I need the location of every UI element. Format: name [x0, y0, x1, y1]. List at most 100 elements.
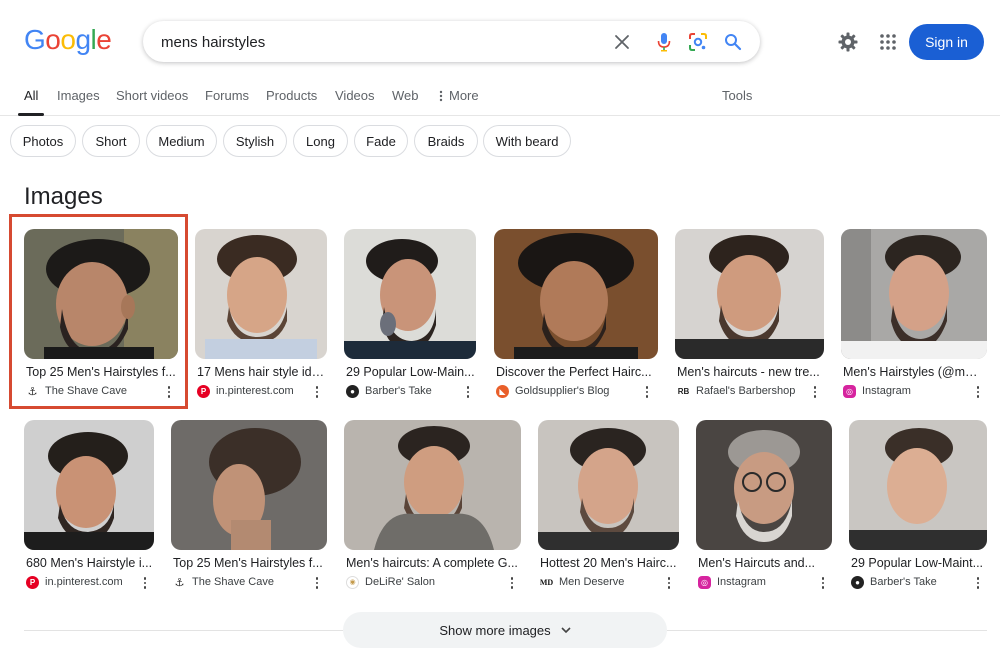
pinterest-icon: P — [26, 575, 39, 589]
tab-all[interactable]: All — [24, 88, 38, 103]
instagram-icon: ◎ — [698, 575, 711, 589]
images-section-title: Images — [24, 183, 103, 210]
chip-short[interactable]: Short — [82, 125, 140, 157]
image-source[interactable]: ◉ DeLiRe' Salon — [346, 575, 435, 589]
image-source-name: Barber's Take — [365, 385, 432, 397]
tab-more[interactable]: More — [439, 88, 479, 103]
chip-braids[interactable]: Braids — [414, 125, 478, 157]
image-thumbnail[interactable] — [24, 420, 154, 550]
image-thumbnail[interactable] — [344, 420, 521, 550]
tab-short-videos[interactable]: Short videos — [116, 88, 188, 103]
divider-left — [24, 630, 343, 631]
image-title[interactable]: 680 Men's Hairstyle i... — [26, 556, 154, 570]
image-thumbnail[interactable] — [344, 229, 476, 359]
tab-images[interactable]: Images — [57, 88, 100, 103]
more-options-icon[interactable] — [312, 576, 322, 590]
image-result-card[interactable]: 17 Mens hair style ide... P in.pinterest… — [195, 229, 327, 401]
more-options-icon[interactable] — [664, 576, 674, 590]
gear-icon[interactable] — [836, 30, 860, 54]
more-options-icon[interactable] — [642, 385, 652, 399]
grid-icon[interactable] — [876, 30, 900, 54]
clear-icon[interactable] — [610, 30, 634, 54]
image-thumbnail[interactable] — [849, 420, 987, 550]
tools-button[interactable]: Tools — [722, 88, 752, 103]
image-source-name: in.pinterest.com — [216, 385, 294, 397]
image-title[interactable]: 29 Popular Low-Main... — [346, 365, 476, 379]
image-result-card[interactable]: Hottest 20 Men's Hairc... MD Men Deserve — [538, 420, 679, 592]
image-result-card[interactable]: Men's Hairstyles (@me... ◎ Instagram — [841, 229, 987, 401]
image-source[interactable]: MD Men Deserve — [540, 575, 624, 589]
image-result-card[interactable]: 680 Men's Hairstyle i... P in.pinterest.… — [24, 420, 154, 592]
image-title[interactable]: 29 Popular Low-Maint... — [851, 556, 985, 570]
image-title[interactable]: 17 Mens hair style ide... — [197, 365, 327, 379]
image-thumbnail[interactable] — [494, 229, 658, 359]
image-title[interactable]: Men's haircuts: A complete G... — [346, 556, 520, 570]
chip-stylish[interactable]: Stylish — [223, 125, 287, 157]
sign-in-button[interactable]: Sign in — [909, 24, 984, 60]
chip-fade[interactable]: Fade — [354, 125, 408, 157]
image-result-card[interactable]: Men's Haircuts and... ◎ Instagram — [696, 420, 832, 592]
show-more-images-button[interactable]: Show more images — [343, 612, 667, 648]
more-options-icon[interactable] — [140, 576, 150, 590]
search-input[interactable] — [161, 31, 591, 53]
google-logo[interactable]: Google — [24, 24, 112, 56]
image-source[interactable]: ◎ Instagram — [843, 384, 911, 398]
image-title[interactable]: Hottest 20 Men's Hairc... — [540, 556, 678, 570]
image-thumbnail[interactable] — [195, 229, 327, 359]
image-thumbnail[interactable] — [538, 420, 679, 550]
image-source[interactable]: P in.pinterest.com — [197, 384, 294, 398]
image-source-name: Goldsupplier's Blog — [515, 385, 610, 397]
image-thumbnail[interactable] — [696, 420, 832, 550]
image-title[interactable]: Top 25 Men's Hairstyles f... — [173, 556, 323, 570]
image-source-name: DeLiRe' Salon — [365, 576, 435, 588]
image-title[interactable]: Discover the Perfect Hairc... — [496, 365, 656, 379]
image-source[interactable]: ● Barber's Take — [851, 575, 937, 589]
image-source[interactable]: P in.pinterest.com — [26, 575, 123, 589]
image-result-card[interactable]: 29 Popular Low-Maint... ● Barber's Take — [849, 420, 987, 592]
goldsupplier-icon: ◣ — [496, 384, 509, 398]
pinterest-icon: P — [197, 384, 210, 398]
tab-forums[interactable]: Forums — [205, 88, 249, 103]
chip-long[interactable]: Long — [293, 125, 348, 157]
chevron-down-icon — [561, 627, 571, 633]
image-source[interactable]: RB Rafael's Barbershop — [677, 384, 795, 398]
image-source[interactable]: ◎ Instagram — [698, 575, 766, 589]
chip-medium[interactable]: Medium — [146, 125, 217, 157]
search-tabs: All Images Short videos Forums Products … — [0, 80, 1000, 116]
microphone-icon[interactable] — [652, 30, 676, 54]
more-options-icon[interactable] — [507, 576, 517, 590]
lens-icon[interactable] — [686, 30, 710, 54]
image-title[interactable]: Men's Hairstyles (@me... — [843, 365, 981, 379]
tab-web[interactable]: Web — [392, 88, 419, 103]
more-options-icon[interactable] — [312, 385, 322, 399]
image-source-name: Instagram — [862, 385, 911, 397]
chip-photos[interactable]: Photos — [10, 125, 76, 157]
image-source-name: Men Deserve — [559, 576, 625, 588]
logo-letter: o — [60, 24, 76, 55]
image-result-card[interactable]: Top 25 Men's Hairstyles f... ⚓ The Shave… — [171, 420, 327, 592]
image-source[interactable]: ◣ Goldsupplier's Blog — [496, 384, 609, 398]
barberstake-icon: ● — [346, 384, 359, 398]
image-thumbnail[interactable] — [171, 420, 327, 550]
chip-with-beard[interactable]: With beard — [483, 125, 571, 157]
image-result-card[interactable]: Men's haircuts - new tre... RB Rafael's … — [675, 229, 824, 401]
tab-videos[interactable]: Videos — [335, 88, 375, 103]
image-thumbnail[interactable] — [841, 229, 987, 359]
image-result-card[interactable]: 29 Popular Low-Main... ● Barber's Take — [344, 229, 476, 401]
rb-icon: RB — [677, 384, 690, 398]
image-thumbnail[interactable] — [675, 229, 824, 359]
image-source[interactable]: ● Barber's Take — [346, 384, 432, 398]
more-options-icon[interactable] — [463, 385, 473, 399]
more-options-icon[interactable] — [818, 576, 828, 590]
image-result-card[interactable]: Men's haircuts: A complete G... ◉ DeLiRe… — [344, 420, 521, 592]
more-options-icon[interactable] — [973, 576, 983, 590]
image-source[interactable]: ⚓ The Shave Cave — [173, 575, 274, 589]
more-options-icon[interactable] — [973, 385, 983, 399]
image-title[interactable]: Men's Haircuts and... — [698, 556, 832, 570]
image-title[interactable]: Men's haircuts - new tre... — [677, 365, 821, 379]
more-options-icon[interactable] — [810, 385, 820, 399]
search-icon[interactable] — [721, 30, 745, 54]
divider-right — [667, 630, 987, 631]
image-result-card[interactable]: Discover the Perfect Hairc... ◣ Goldsupp… — [494, 229, 658, 401]
tab-products[interactable]: Products — [266, 88, 317, 103]
